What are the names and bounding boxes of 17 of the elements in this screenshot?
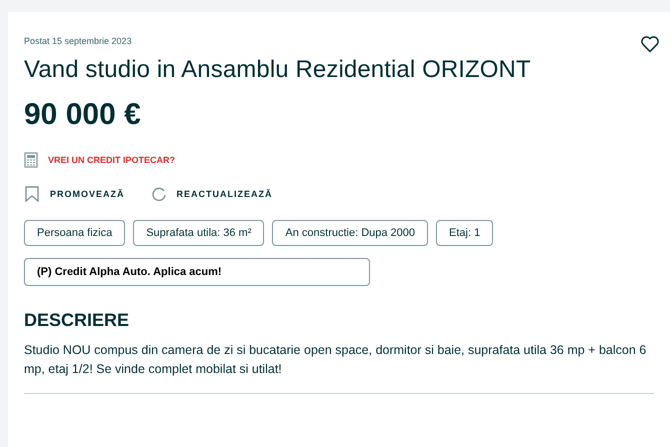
- refresh-button[interactable]: REACTUALIZEAZĂ: [150, 186, 273, 202]
- section-heading: DESCRIERE: [24, 310, 130, 331]
- tag: Persoana fizica: [24, 220, 126, 246]
- calculator-icon: [24, 152, 38, 168]
- posted-date: Postat 15 septembrie 2023: [24, 36, 133, 46]
- tag: Suprafata utila: 36 m²: [133, 220, 264, 246]
- listing-title: Vand studio in Ansamblu Rezidential ORIZONT: [24, 56, 532, 84]
- tag: Etaj: 1: [436, 220, 494, 246]
- price: 90 000 €: [24, 98, 142, 132]
- tag: An constructie: Dupa 2000: [272, 220, 428, 246]
- description-text: Studio NOU compus din camera de zi si bucatarie open space, dormitor si baie, suprafata utila 36 mp + balcon 6 mp, etaj 1/2! Se vinde complet mobilat si utilat!: [24, 342, 648, 378]
- refresh-icon: [150, 186, 167, 202]
- credit-link[interactable]: VREI UN CREDIT IPOTECAR?: [48, 155, 176, 165]
- ad-banner[interactable]: (P) Credit Alpha Auto. Aplica acum!: [24, 258, 370, 286]
- bookmark-icon: [24, 186, 40, 202]
- heart-icon[interactable]: [640, 34, 660, 54]
- promote-button[interactable]: PROMOVEAZĂ: [24, 186, 125, 202]
